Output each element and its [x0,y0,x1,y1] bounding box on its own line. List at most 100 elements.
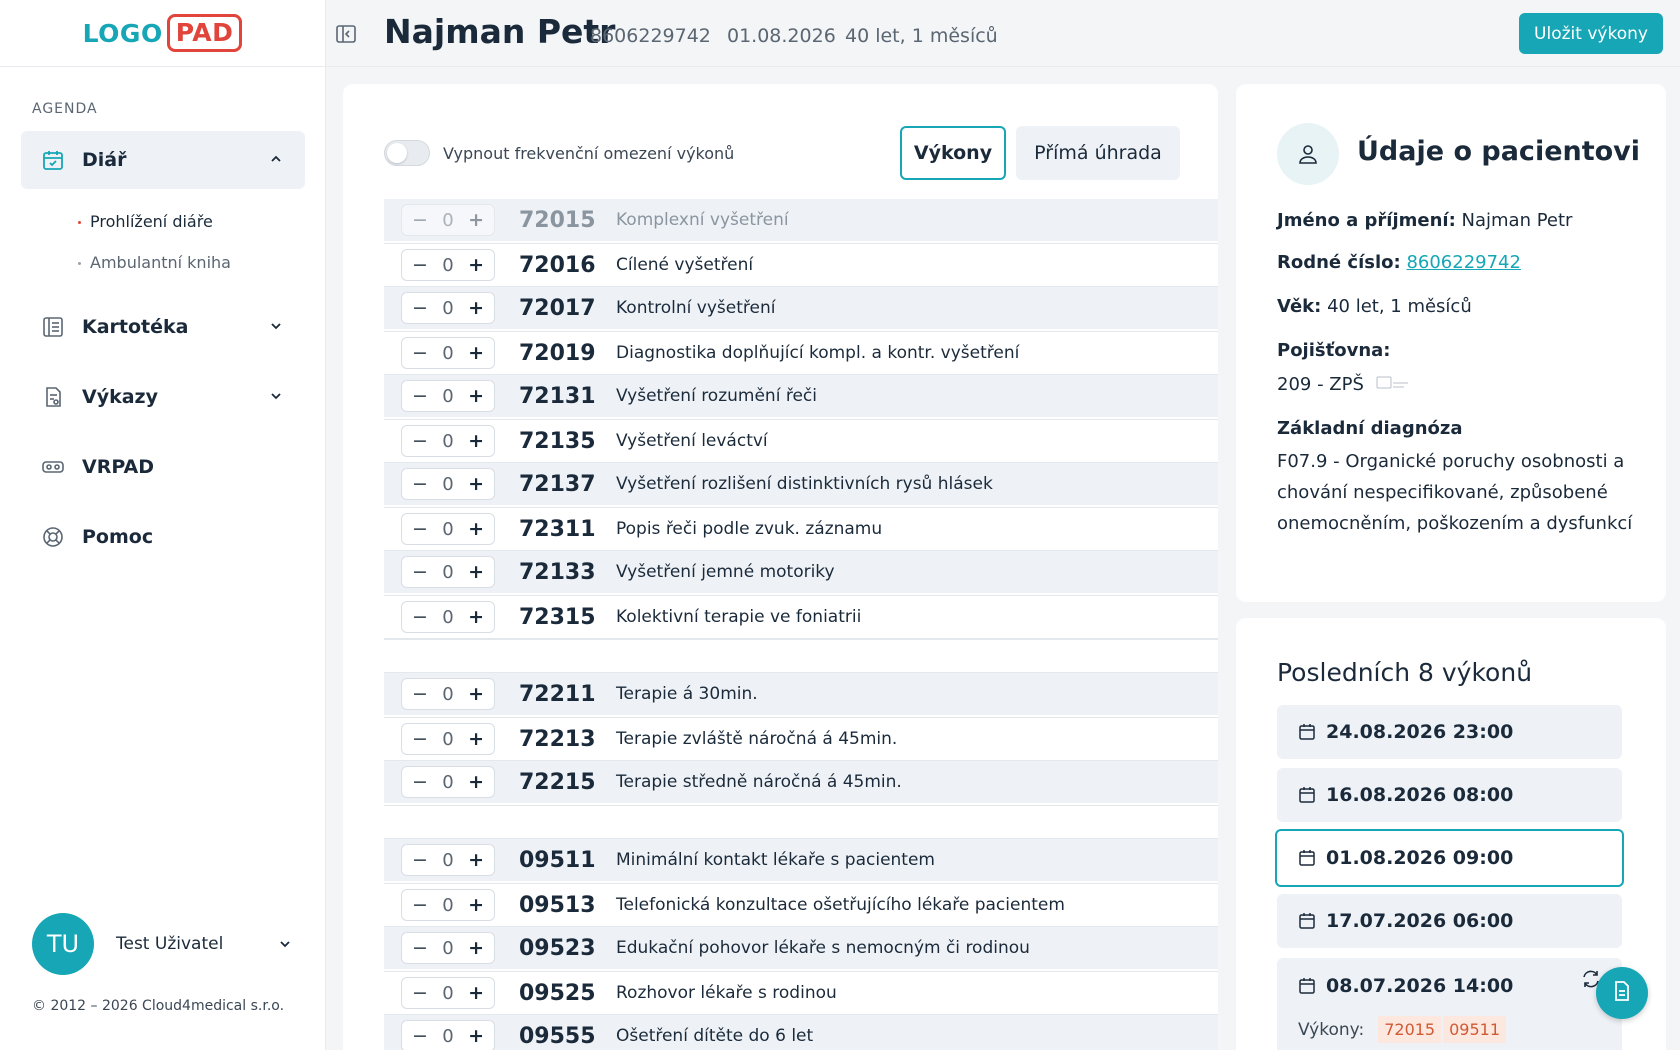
decrement-button[interactable]: − [412,1025,428,1047]
sidebar-item-label: Pomoc [82,526,154,548]
quantity-stepper: −0 + [401,425,495,457]
chevron-up-icon [269,151,283,170]
report-icon [40,384,66,410]
sidebar: LOGO PAD AGENDA Diář Prohlížení diáře Am… [0,0,326,1050]
procedure-description: Vyšetření rozlišení distinktivních rysů … [616,474,993,494]
collapse-sidebar-icon[interactable] [334,22,358,46]
procedure-description: Vyšetření jemné motoriky [616,562,835,582]
header-birth-number: 8606229742 [590,25,711,47]
procedure-code: 72131 [519,383,596,409]
label: Rodné číslo: [1277,252,1401,273]
insurance-value-row: 209 - ZPŠ [1277,374,1410,396]
procedure-description: Terapie zvláště náročná á 45min. [616,729,898,749]
decrement-button[interactable]: − [412,771,428,793]
increment-button[interactable]: + [468,771,484,793]
logo[interactable]: LOGO PAD [83,14,243,52]
decrement-button[interactable]: − [412,297,428,319]
frequency-limit-toggle[interactable] [384,140,430,166]
increment-button[interactable]: + [468,254,484,276]
decrement-button[interactable]: − [412,728,428,750]
decrement-button[interactable]: − [412,982,428,1004]
sidebar-item-diar[interactable]: Diář [21,131,305,189]
quantity-stepper: −0 + [401,292,495,324]
quantity-stepper: −0 + [401,601,495,633]
procedure-chip: 09511 [1443,1016,1507,1043]
sidebar-item-kartoteka[interactable]: Kartotéka [21,298,305,356]
quantity-value: 0 [442,1025,454,1047]
decrement-button[interactable]: − [412,342,428,364]
decrement-button[interactable]: − [412,683,428,705]
increment-button[interactable]: + [468,430,484,452]
decrement-button[interactable]: − [412,849,428,871]
decrement-button[interactable]: − [412,385,428,407]
tab-vykony[interactable]: Výkony [900,126,1006,180]
procedure-chip: 72015 [1378,1016,1442,1043]
quantity-stepper: −0 + [401,337,495,369]
decrement-button[interactable]: − [412,209,428,231]
save-button[interactable]: Uložit výkony [1519,13,1663,54]
value: Najman Petr [1461,210,1573,231]
increment-button[interactable]: + [468,518,484,540]
decrement-button[interactable]: − [412,937,428,959]
decrement-button[interactable]: − [412,894,428,916]
procedure-description: Vyšetření leváctví [616,431,768,451]
increment-button[interactable]: + [468,849,484,871]
increment-button[interactable]: + [468,937,484,959]
page-title: Najman Petr [384,12,616,51]
increment-button[interactable]: + [468,297,484,319]
sidebar-subitem-label: Ambulantní kniha [90,253,231,272]
visit-item[interactable]: 24.08.2026 23:00 [1277,705,1622,759]
tab-prima-uhrada[interactable]: Přímá úhrada [1016,126,1180,180]
increment-button[interactable]: + [468,606,484,628]
table-row: −0 + 72133 Vyšetření jemné motoriky [384,551,1218,595]
table-row: −0 + 72135 Vyšetření leváctví [384,419,1218,463]
group-separator [384,639,1218,673]
increment-button[interactable]: + [468,209,484,231]
increment-button[interactable]: + [468,473,484,495]
sidebar-subitem-prohlizeni-diare[interactable]: Prohlížení diáře [78,212,213,231]
increment-button[interactable]: + [468,982,484,1004]
table-row: −0 + 72137 Vyšetření rozlišení distinktiv… [384,463,1218,507]
procedure-code: 72315 [519,604,596,630]
visit-item-selected[interactable]: 01.08.2026 09:00 [1275,829,1624,887]
user-menu[interactable]: TU Test Uživatel [32,913,292,975]
calendar-check-icon [40,147,66,173]
increment-button[interactable]: + [468,385,484,407]
procedure-code: 72015 [519,207,596,233]
sidebar-item-vykazy[interactable]: Výkazy [21,368,305,426]
increment-button[interactable]: + [468,561,484,583]
decrement-button[interactable]: − [412,254,428,276]
calendar-icon [1298,849,1316,867]
card-file-icon [40,314,66,340]
decrement-button[interactable]: − [412,518,428,540]
group-separator [384,805,1218,839]
sidebar-item-pomoc[interactable]: Pomoc [21,508,305,566]
label: Jméno a příjmení: [1277,210,1456,231]
insurance-card-icon [1376,375,1410,396]
procedure-description: Vyšetření rozumění řeči [616,386,817,406]
table-row: −0 + 09523 Edukační pohovor lékaře s nemo… [384,927,1218,971]
document-fab-button[interactable] [1596,967,1648,1019]
table-row: −0 + 72019 Diagnostika doplňující kompl. … [384,331,1218,375]
quantity-value: 0 [442,254,454,276]
sidebar-subitem-ambulantni-kniha[interactable]: Ambulantní kniha [78,253,231,272]
quantity-value: 0 [442,894,454,916]
increment-button[interactable]: + [468,1025,484,1047]
visit-date: 17.07.2026 06:00 [1326,910,1514,932]
increment-button[interactable]: + [468,728,484,750]
visit-item[interactable]: 17.07.2026 06:00 [1277,894,1622,948]
birth-number-link[interactable]: 8606229742 [1406,252,1521,273]
decrement-button[interactable]: − [412,606,428,628]
visit-item-expanded[interactable]: 08.07.2026 14:00 Výkony: 72015 09511 [1277,958,1622,1050]
increment-button[interactable]: + [468,342,484,364]
decrement-button[interactable]: − [412,561,428,583]
decrement-button[interactable]: − [412,430,428,452]
quantity-value: 0 [442,342,454,364]
decrement-button[interactable]: − [412,473,428,495]
patient-age-row: Věk: 40 let, 1 měsíců [1277,296,1472,317]
sidebar-item-vrpad[interactable]: VRPAD [21,438,305,496]
increment-button[interactable]: + [468,894,484,916]
visit-item[interactable]: 16.08.2026 08:00 [1277,768,1622,822]
increment-button[interactable]: + [468,683,484,705]
procedure-description: Cílené vyšetření [616,255,754,275]
